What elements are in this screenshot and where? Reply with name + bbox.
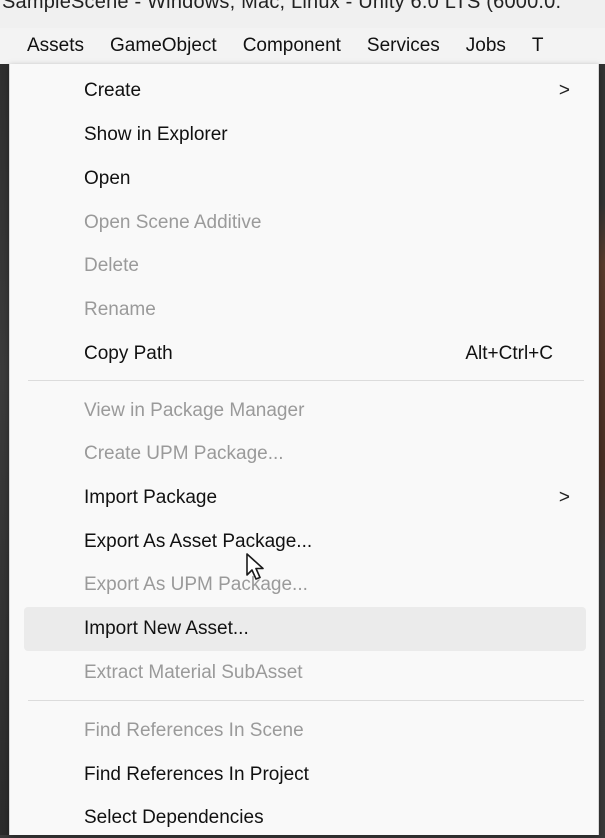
menubar-gameobject[interactable]: GameObject bbox=[97, 28, 230, 64]
menu-item-create[interactable]: Create > bbox=[24, 71, 586, 111]
menu-item-label: Copy Path bbox=[84, 343, 173, 364]
menubar-services[interactable]: Services bbox=[354, 28, 453, 64]
menu-item-import-new-asset[interactable]: Import New Asset... bbox=[24, 607, 586, 651]
menu-item-view-in-package-manager: View in Package Manager bbox=[24, 391, 586, 431]
menu-item-label: Rename bbox=[84, 299, 156, 320]
assets-dropdown-menu: Create > Show in Explorer Open Open Scen… bbox=[9, 64, 599, 835]
menu-item-label: Extract Material SubAsset bbox=[84, 662, 303, 683]
menu-item-export-as-asset-package[interactable]: Export As Asset Package... bbox=[24, 522, 586, 562]
menu-item-label: Export As UPM Package... bbox=[84, 574, 308, 595]
chevron-right-icon: > bbox=[558, 80, 570, 101]
menu-item-delete: Delete bbox=[24, 246, 586, 286]
menubar-truncated[interactable]: T bbox=[519, 28, 557, 64]
menubar-jobs[interactable]: Jobs bbox=[453, 28, 519, 64]
menubar-assets[interactable]: Assets bbox=[0, 28, 98, 64]
menu-item-find-references-in-project[interactable]: Find References In Project bbox=[24, 755, 586, 795]
menu-item-open-scene-additive: Open Scene Additive bbox=[24, 203, 586, 243]
menu-item-label: Open Scene Additive bbox=[84, 212, 262, 233]
menu-item-label: Show in Explorer bbox=[84, 124, 228, 145]
menu-item-label: Create UPM Package... bbox=[84, 443, 284, 464]
arrow-cursor-icon bbox=[246, 553, 264, 580]
menu-item-open[interactable]: Open bbox=[24, 159, 586, 199]
menu-item-label: Open bbox=[84, 168, 131, 189]
menu-item-label: Import Package bbox=[84, 487, 218, 508]
menu-item-label: Delete bbox=[84, 255, 139, 276]
window-title: SampleScene - Windows, Mac, Linux - Unit… bbox=[2, 0, 562, 13]
menu-item-copy-path[interactable]: Copy Path Alt+Ctrl+C bbox=[24, 334, 586, 374]
menu-item-rename: Rename bbox=[24, 290, 586, 330]
menu-item-show-in-explorer[interactable]: Show in Explorer bbox=[24, 115, 586, 155]
menu-item-create-upm-package: Create UPM Package... bbox=[24, 434, 586, 474]
chevron-right-icon: > bbox=[558, 487, 570, 508]
menu-separator bbox=[28, 700, 584, 701]
menubar-component[interactable]: Component bbox=[230, 28, 354, 64]
menu-item-import-package[interactable]: Import Package > bbox=[24, 478, 586, 518]
menu-item-export-as-upm-package: Export As UPM Package... bbox=[24, 565, 586, 605]
menu-item-shortcut: Alt+Ctrl+C bbox=[465, 343, 553, 364]
menu-item-label: Find References In Project bbox=[84, 764, 309, 785]
menu-item-extract-material-subasset: Extract Material SubAsset bbox=[24, 653, 586, 693]
menu-item-find-references-in-scene: Find References In Scene bbox=[24, 711, 586, 751]
menu-item-label: Export As Asset Package... bbox=[84, 531, 313, 552]
menu-item-label: Import New Asset... bbox=[84, 618, 249, 639]
menu-item-select-dependencies[interactable]: Select Dependencies bbox=[24, 798, 586, 838]
window-title-bar: SampleScene - Windows, Mac, Linux - Unit… bbox=[0, 0, 605, 28]
menu-separator bbox=[28, 380, 584, 381]
menu-item-label: Find References In Scene bbox=[84, 720, 304, 741]
menubar: Assets GameObject Component Services Job… bbox=[0, 28, 605, 64]
menu-item-label: Select Dependencies bbox=[84, 807, 264, 828]
menu-item-label: View in Package Manager bbox=[84, 400, 305, 421]
menu-item-label: Create bbox=[84, 80, 142, 101]
